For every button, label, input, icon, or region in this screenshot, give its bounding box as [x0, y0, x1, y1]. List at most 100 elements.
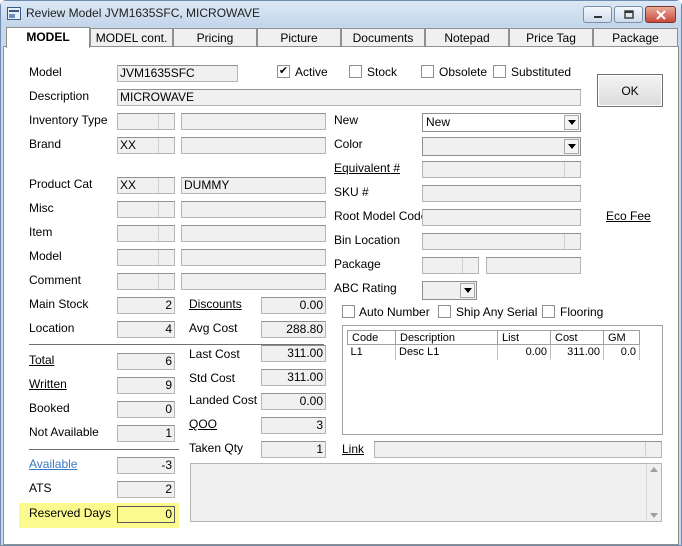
lookup-button[interactable]	[645, 442, 661, 457]
tab-documents[interactable]: Documents	[341, 28, 425, 47]
model-field[interactable]: JVM1635SFC	[117, 65, 238, 82]
scroll-down-icon[interactable]	[650, 513, 658, 518]
ats-label: ATS	[29, 481, 52, 495]
lookup-button[interactable]	[158, 250, 174, 265]
abc-rating-select[interactable]	[422, 281, 477, 300]
ats-field: 2	[117, 481, 175, 498]
description-field[interactable]: MICROWAVE	[117, 89, 581, 106]
tab-pricing[interactable]: Pricing	[173, 28, 257, 47]
lookup-button[interactable]	[158, 226, 174, 241]
brand-code[interactable]: XX	[117, 137, 175, 154]
product-cat-desc: DUMMY	[181, 177, 326, 194]
lookup-button[interactable]	[158, 202, 174, 217]
new-select-value: New	[426, 115, 451, 129]
column-header[interactable]: GM	[603, 330, 640, 345]
tab-price-tag[interactable]: Price Tag	[509, 28, 593, 47]
ok-button[interactable]: OK	[597, 74, 663, 107]
substituted-checkbox[interactable]	[493, 65, 506, 78]
close-button[interactable]	[645, 6, 676, 23]
ship-any-serial-checkbox[interactable]	[438, 305, 451, 318]
product-cat-code[interactable]: XX	[117, 177, 175, 194]
item-label: Item	[29, 225, 53, 239]
window-title: Review Model JVM1635SFC, MICROWAVE	[26, 6, 261, 20]
lookup-button[interactable]	[462, 258, 478, 273]
lookup-button[interactable]	[564, 234, 580, 249]
inventory-type-label: Inventory Type	[29, 113, 108, 127]
lookup-button[interactable]	[158, 138, 174, 153]
inventory-type-desc	[181, 113, 326, 130]
package-code[interactable]	[422, 257, 479, 274]
lookup-button[interactable]	[564, 162, 580, 177]
item-desc	[181, 225, 326, 242]
table-row[interactable]: L1 Desc L1 0.00 311.00 0.0	[347, 344, 640, 360]
dropdown-arrow-icon[interactable]	[564, 115, 579, 130]
discounts-link[interactable]: Discounts	[189, 297, 242, 311]
column-header[interactable]: List	[497, 330, 551, 345]
color-select[interactable]	[422, 137, 581, 156]
dropdown-arrow-icon[interactable]	[564, 139, 579, 154]
avg-cost-field: 288.80	[261, 321, 326, 338]
sku-field[interactable]	[422, 185, 581, 202]
column-header[interactable]: Code	[347, 330, 396, 345]
stock-checkbox[interactable]	[349, 65, 362, 78]
taken-qty-field: 1	[261, 441, 326, 458]
obsolete-label: Obsolete	[439, 65, 488, 79]
not-available-field: 1	[117, 425, 175, 442]
tab-notepad[interactable]: Notepad	[425, 28, 509, 47]
new-select[interactable]: New	[422, 113, 581, 132]
brand-code-text: XX	[120, 138, 137, 152]
divider	[29, 449, 179, 450]
reserved-days-field[interactable]: 0	[117, 506, 175, 523]
equivalent-field[interactable]	[422, 161, 581, 178]
column-header[interactable]: Description	[395, 330, 498, 345]
substituted-label: Substituted	[511, 65, 572, 79]
notes-memo[interactable]	[190, 463, 662, 522]
price-grid[interactable]: Code Description List Cost GM L1 Desc L1…	[342, 325, 663, 435]
cell-list: 0.00	[497, 344, 551, 360]
total-field: 6	[117, 353, 175, 370]
tab-model[interactable]: MODEL	[6, 27, 90, 48]
written-link[interactable]: Written	[29, 377, 67, 391]
title-bar: Review Model JVM1635SFC, MICROWAVE	[1, 1, 681, 27]
flooring-checkbox[interactable]	[542, 305, 555, 318]
qoo-link[interactable]: QOO	[189, 417, 217, 431]
root-model-label: Root Model Code	[334, 209, 428, 223]
column-header[interactable]: Cost	[550, 330, 604, 345]
stock-label: Stock	[367, 65, 398, 79]
minimize-button[interactable]	[583, 6, 612, 23]
auto-number-checkbox[interactable]	[342, 305, 355, 318]
link-field[interactable]	[374, 441, 662, 458]
lookup-button[interactable]	[158, 178, 174, 193]
maximize-button[interactable]	[614, 6, 643, 23]
inventory-type-code[interactable]	[117, 113, 175, 130]
lookup-button[interactable]	[158, 274, 174, 289]
dropdown-arrow-icon[interactable]	[460, 283, 475, 298]
item-code[interactable]	[117, 225, 175, 242]
eco-fee-link[interactable]: Eco Fee	[606, 209, 651, 223]
flooring-label: Flooring	[560, 305, 604, 319]
model-tab-panel: Model JVM1635SFC ✔ Active Stock Obsolete…	[3, 46, 679, 545]
tab-package[interactable]: Package	[593, 28, 678, 47]
new-label: New	[334, 113, 359, 127]
active-checkbox[interactable]: ✔	[277, 65, 290, 78]
model-sub-code[interactable]	[117, 249, 175, 266]
comment-code[interactable]	[117, 273, 175, 290]
root-model-field[interactable]	[422, 209, 581, 226]
memo-scrollbar[interactable]	[646, 464, 661, 521]
color-label: Color	[334, 137, 363, 151]
equivalent-link[interactable]: Equivalent #	[334, 161, 400, 175]
model-label: Model	[29, 65, 62, 79]
lookup-button[interactable]	[158, 114, 174, 129]
bin-location-field[interactable]	[422, 233, 581, 250]
landed-cost-label: Landed Cost	[189, 393, 258, 407]
tab-model-cont[interactable]: MODEL cont.	[90, 28, 173, 47]
obsolete-checkbox[interactable]	[421, 65, 434, 78]
available-link[interactable]: Available	[29, 457, 77, 471]
tab-picture[interactable]: Picture	[257, 28, 341, 47]
scroll-up-icon[interactable]	[650, 467, 658, 472]
model-sub-label: Model	[29, 249, 62, 263]
cell-gm: 0.0	[603, 344, 640, 360]
total-link[interactable]: Total	[29, 353, 54, 367]
misc-code[interactable]	[117, 201, 175, 218]
link-label[interactable]: Link	[342, 442, 364, 456]
